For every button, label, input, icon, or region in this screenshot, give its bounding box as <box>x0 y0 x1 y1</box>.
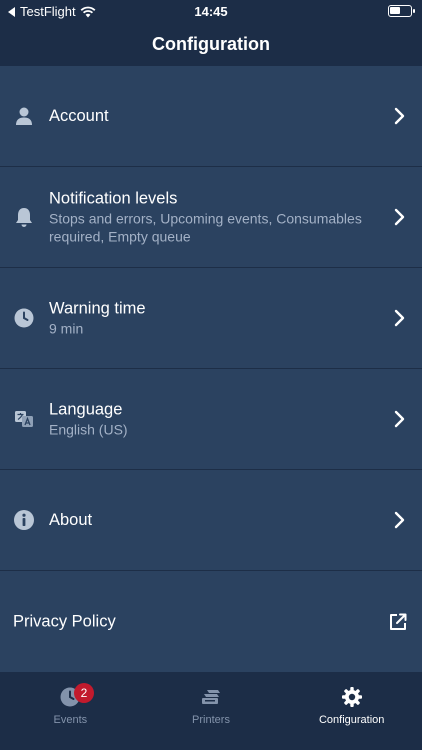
events-badge: 2 <box>74 683 94 703</box>
gear-icon <box>341 687 362 707</box>
person-icon <box>16 107 32 125</box>
row-warning-text: Warning time 9 min <box>49 299 382 338</box>
translate-icon <box>15 411 33 427</box>
row-language-text: Language English (US) <box>49 400 382 439</box>
chevron-right-icon <box>394 107 405 125</box>
page-title: Configuration <box>152 34 270 54</box>
privacy-policy-label: Privacy Policy <box>13 612 116 630</box>
chevron-right-icon <box>394 410 405 428</box>
row-subtitle: English (US) <box>49 421 128 438</box>
printers-icon <box>202 690 220 704</box>
tab-label: Events <box>53 714 88 726</box>
clock-time: 14:45 <box>194 4 228 19</box>
tab-label: Configuration <box>318 714 385 726</box>
tab-bar: 2 Events Printers Configuration <box>0 672 422 750</box>
row-about-text: About <box>49 510 382 530</box>
row-label: Notification levels <box>49 189 178 208</box>
status-bar: TestFlight 14:45 <box>0 0 422 22</box>
row-privacy-policy[interactable]: Privacy Policy <box>0 571 422 672</box>
chevron-right-icon <box>394 511 405 529</box>
chevron-right-icon <box>394 208 405 226</box>
row-account-text: Account <box>49 106 382 126</box>
row-label: Warning time <box>49 299 146 318</box>
tab-configuration[interactable]: Configuration <box>281 672 422 750</box>
clock-icon <box>14 308 34 328</box>
tab-events[interactable]: 2 Events <box>0 672 141 750</box>
row-notification-levels[interactable]: Notification levels Stops and errors, Up… <box>0 167 422 268</box>
settings-list: Account Notification levels Stops and er… <box>0 66 422 672</box>
row-warning-time[interactable]: Warning time 9 min <box>0 268 422 369</box>
info-icon <box>14 510 34 530</box>
tab-printers[interactable]: Printers <box>141 672 282 750</box>
row-language[interactable]: Language English (US) <box>0 369 422 470</box>
navigation-bar: Configuration <box>0 22 422 66</box>
external-link-icon <box>390 613 407 630</box>
row-subtitle: 9 min <box>49 320 84 337</box>
row-label: Language <box>49 400 123 419</box>
chevron-right-icon <box>394 309 405 327</box>
row-about[interactable]: About <box>0 470 422 571</box>
bell-icon <box>16 208 32 227</box>
row-notification-text: Notification levels Stops and errors, Up… <box>49 189 382 246</box>
tab-label: Printers <box>192 714 230 726</box>
battery-icon <box>388 5 415 17</box>
row-label: Account <box>49 107 109 125</box>
row-account[interactable]: Account <box>0 66 422 167</box>
row-label: About <box>49 511 93 529</box>
row-subtitle: Stops and errors, Upcoming events, Consu… <box>49 210 362 245</box>
